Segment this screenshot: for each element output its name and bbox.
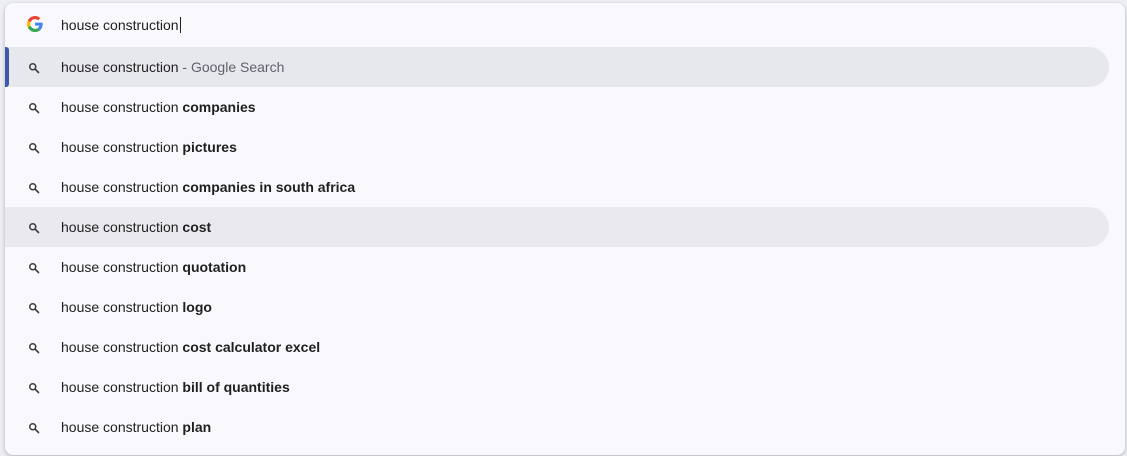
suggestion-text: house construction cost <box>61 218 211 236</box>
suggestion-text: house construction pictures <box>61 138 237 156</box>
suggestion-text: house construction quotation <box>61 258 246 276</box>
suggestion-completion: plan <box>182 419 212 435</box>
suggestion-completion: companies in south africa <box>182 179 356 195</box>
suggestion-prefix: house construction <box>61 99 183 115</box>
search-icon <box>28 181 40 194</box>
suggestion-prefix: house construction <box>61 139 183 155</box>
text-caret <box>179 17 181 33</box>
suggestion-text: house construction - Google Search <box>61 58 284 76</box>
suggestion-item[interactable]: house construction cost calculator excel <box>5 327 1109 367</box>
suggestion-text: house construction companies in south af… <box>61 178 355 196</box>
suggestion-suffix: - Google Search <box>178 59 285 75</box>
suggestion-completion: logo <box>182 299 212 315</box>
suggestion-prefix: house construction <box>61 299 183 315</box>
suggestion-prefix: house construction <box>61 219 183 235</box>
search-icon <box>28 301 40 314</box>
suggestion-item[interactable]: house construction plan <box>5 407 1109 447</box>
omnibox-dropdown: house construction house construction - … <box>5 3 1125 455</box>
suggestion-completion: companies <box>182 99 256 115</box>
suggestion-completion: bill of quantities <box>182 379 290 395</box>
suggestion-text: house construction logo <box>61 298 212 316</box>
suggestion-completion: quotation <box>182 259 247 275</box>
suggestion-prefix: house construction <box>61 259 183 275</box>
suggestion-prefix: house construction <box>61 339 183 355</box>
suggestion-prefix: house construction <box>61 419 183 435</box>
search-icon <box>28 421 40 434</box>
omnibox-query-input[interactable]: house construction <box>61 16 181 34</box>
search-icon <box>28 101 40 114</box>
search-icon <box>28 381 40 394</box>
suggestion-item[interactable]: house construction - Google Search <box>5 47 1109 87</box>
search-icon <box>28 341 40 354</box>
search-icon <box>28 221 40 234</box>
suggestion-item[interactable]: house construction quotation <box>5 247 1109 287</box>
suggestion-item[interactable]: house construction companies <box>5 87 1109 127</box>
suggestion-list: house construction - Google Search house … <box>5 47 1125 447</box>
suggestion-text: house construction cost calculator excel <box>61 338 320 356</box>
suggestion-item[interactable]: house construction logo <box>5 287 1109 327</box>
suggestion-prefix: house construction <box>61 179 183 195</box>
suggestion-completion: cost <box>182 219 212 235</box>
suggestion-prefix: house construction <box>61 59 179 75</box>
suggestion-prefix: house construction <box>61 379 183 395</box>
suggestion-item[interactable]: house construction pictures <box>5 127 1109 167</box>
suggestion-item[interactable]: house construction cost <box>5 207 1109 247</box>
omnibox-input-row[interactable]: house construction <box>5 3 1125 47</box>
selection-indicator <box>5 47 9 87</box>
search-icon <box>28 61 40 74</box>
suggestion-text: house construction companies <box>61 98 256 116</box>
suggestion-text: house construction bill of quantities <box>61 378 290 396</box>
google-g-icon <box>27 16 43 32</box>
suggestion-item[interactable]: house construction bill of quantities <box>5 367 1109 407</box>
omnibox-query-value: house construction <box>61 17 179 33</box>
search-icon <box>28 141 40 154</box>
suggestion-completion: pictures <box>182 139 237 155</box>
search-icon <box>28 261 40 274</box>
suggestion-item[interactable]: house construction companies in south af… <box>5 167 1109 207</box>
suggestion-text: house construction plan <box>61 418 211 436</box>
suggestion-completion: cost calculator excel <box>182 339 321 355</box>
